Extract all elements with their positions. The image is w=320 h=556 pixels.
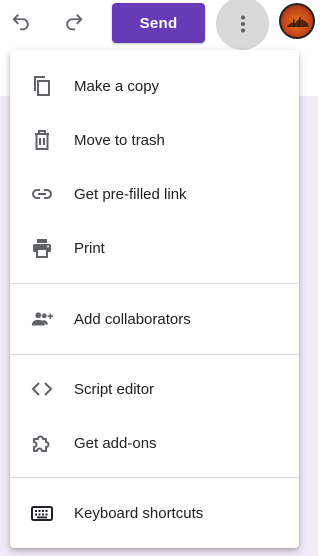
menu-item-make-a-copy[interactable]: Make a copy — [10, 62, 299, 110]
menu-item-script-editor[interactable]: Script editor — [10, 365, 299, 413]
menu-item-label: Make a copy — [74, 77, 160, 95]
account-avatar[interactable] — [279, 3, 315, 39]
menu-item-get-add-ons[interactable]: Get add-ons — [10, 419, 299, 467]
top-toolbar: Send — [0, 0, 318, 50]
menu-item-label: Script editor — [74, 380, 155, 398]
code-icon — [30, 377, 54, 401]
redo-icon — [66, 14, 83, 31]
send-button[interactable]: Send — [112, 3, 205, 43]
print-icon — [30, 236, 54, 260]
menu-item-label: Keyboard shortcuts — [74, 504, 204, 522]
link-icon — [30, 182, 54, 206]
menu-item-get-pre-filled-link[interactable]: Get pre-filled link — [10, 170, 299, 218]
redo-button[interactable] — [56, 4, 92, 40]
more-options-menu: Make a copy Move to trash Get pre-filled… — [10, 50, 299, 548]
menu-divider — [10, 477, 299, 478]
menu-item-label: Get pre-filled link — [74, 185, 187, 203]
menu-item-move-to-trash[interactable]: Move to trash — [10, 116, 299, 164]
undo-icon — [12, 14, 29, 31]
copy-icon — [30, 74, 54, 98]
avatar-image — [287, 16, 309, 28]
menu-item-keyboard-shortcuts[interactable]: Keyboard shortcuts — [10, 489, 299, 537]
add-people-icon — [30, 307, 54, 331]
menu-item-label: Add collaborators — [74, 310, 191, 328]
more-options-button[interactable] — [216, 0, 269, 50]
more-vert-icon — [240, 15, 245, 32]
puzzle-icon — [30, 431, 54, 455]
menu-divider — [10, 354, 299, 355]
menu-divider — [10, 283, 299, 284]
menu-item-label: Get add-ons — [74, 434, 157, 452]
menu-item-label: Move to trash — [74, 131, 165, 149]
keyboard-icon — [30, 501, 54, 525]
menu-item-label: Print — [74, 239, 105, 257]
undo-button[interactable] — [3, 4, 39, 40]
trash-icon — [30, 128, 54, 152]
menu-item-add-collaborators[interactable]: Add collaborators — [10, 295, 299, 343]
menu-item-print[interactable]: Print — [10, 224, 299, 272]
